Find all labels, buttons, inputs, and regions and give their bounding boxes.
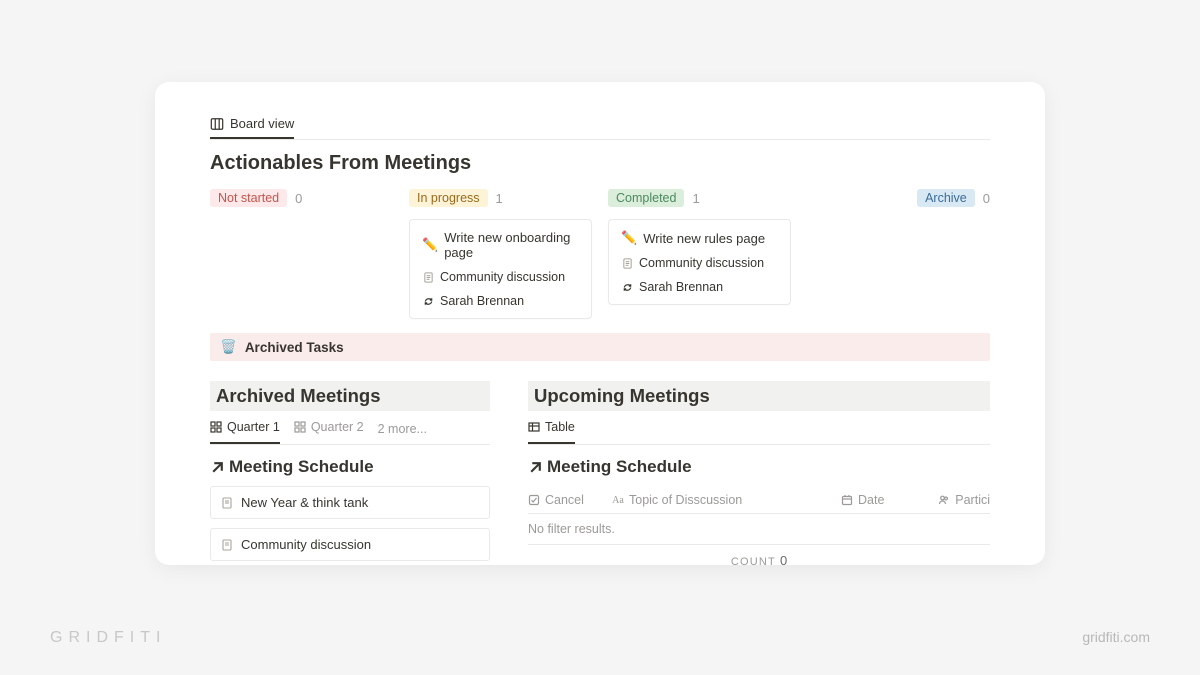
th-label: Cancel (545, 493, 584, 507)
tab-quarter-2[interactable]: Quarter 2 (294, 413, 364, 444)
page-icon (221, 539, 233, 551)
column-completed: Completed 1 ✏️ Write new rules page Comm… (608, 189, 791, 319)
archived-meetings-heading: Archived Meetings (210, 381, 490, 411)
lower-grid: Archived Meetings Quarter 1 Quarter 2 2 … (210, 381, 990, 565)
column-header[interactable]: Completed 1 (608, 189, 791, 207)
more-tabs[interactable]: 2 more... (378, 422, 427, 436)
arrow-up-right-icon (210, 460, 225, 475)
view-tabs: Board view (210, 112, 990, 140)
tab-label: Quarter 2 (311, 420, 364, 434)
column-count: 1 (692, 191, 699, 206)
column-header[interactable]: Not started 0 (210, 189, 393, 207)
card-title: Write new rules page (643, 231, 765, 246)
tab-label: Table (545, 420, 575, 434)
item-label: Community discussion (241, 537, 371, 552)
tab-table[interactable]: Table (528, 413, 575, 444)
no-results-text: No filter results. (528, 514, 990, 545)
sync-icon (422, 295, 434, 307)
page-icon (422, 271, 434, 283)
tab-label: Quarter 1 (227, 420, 280, 434)
board-columns: Not started 0 In progress 1 ✏️ Write new… (210, 189, 990, 319)
archived-tasks-band[interactable]: 🗑️ Archived Tasks (210, 333, 990, 361)
card-tag: Community discussion (639, 256, 764, 270)
th-label: Date (858, 493, 884, 507)
card-assignee: Sarah Brennan (639, 280, 723, 294)
count-row: COUNT 0 (528, 545, 990, 565)
count-label: COUNT (731, 556, 776, 565)
list-item[interactable]: New Year & think tank (210, 486, 490, 519)
column-not-started: Not started 0 (210, 189, 393, 319)
th-label: Partici (955, 493, 990, 507)
tab-label: Board view (230, 116, 294, 131)
right-tabs: Table (528, 413, 990, 445)
status-pill: Archive (917, 189, 975, 207)
column-count: 0 (983, 191, 990, 206)
brand-url: gridfiti.com (1082, 629, 1150, 645)
section-title: Actionables From Meetings (210, 152, 990, 175)
tab-quarter-1[interactable]: Quarter 1 (210, 413, 280, 444)
count-value: 0 (780, 553, 787, 565)
brand-wordmark: GRIDFITI (50, 629, 166, 647)
schedule-title-text: Meeting Schedule (229, 457, 374, 477)
schedule-title-text: Meeting Schedule (547, 457, 692, 477)
column-count: 1 (496, 191, 503, 206)
archived-meetings-section: Archived Meetings Quarter 1 Quarter 2 2 … (210, 381, 490, 565)
th-label: Topic of Disscussion (629, 493, 742, 507)
task-card[interactable]: ✏️ Write new onboarding page Community d… (409, 219, 592, 319)
checkbox-icon (528, 494, 540, 506)
schedule-link[interactable]: Meeting Schedule (528, 457, 990, 477)
item-label: New Year & think tank (241, 495, 368, 510)
th-participants[interactable]: Partici (935, 493, 990, 507)
schedule-link[interactable]: Meeting Schedule (210, 457, 490, 477)
upcoming-meetings-section: Upcoming Meetings Table Meeting Schedule (528, 381, 990, 565)
pencil-icon: ✏️ (621, 230, 637, 246)
gallery-icon (294, 421, 306, 433)
status-pill: Not started (210, 189, 287, 207)
status-pill: Completed (608, 189, 684, 207)
column-count: 0 (295, 191, 302, 206)
page-icon (621, 257, 633, 269)
th-date[interactable]: Date (841, 493, 911, 507)
calendar-icon (841, 494, 853, 506)
app-card: Board view Actionables From Meetings Not… (155, 82, 1045, 565)
card-tag: Community discussion (440, 270, 565, 284)
table-header-row: Cancel Aa Topic of Disscussion Date Part… (528, 485, 990, 514)
gallery-icon (210, 421, 222, 433)
column-archive: Archive 0 (807, 189, 990, 319)
pencil-icon: ✏️ (422, 237, 438, 253)
list-item[interactable]: Community discussion (210, 528, 490, 561)
column-in-progress: In progress 1 ✏️ Write new onboarding pa… (409, 189, 592, 319)
th-topic[interactable]: Aa Topic of Disscussion (612, 493, 817, 507)
status-pill: In progress (409, 189, 488, 207)
table-icon (528, 421, 540, 433)
sync-icon (621, 281, 633, 293)
trash-icon: 🗑️ (220, 339, 237, 355)
column-header[interactable]: In progress 1 (409, 189, 592, 207)
page-icon (221, 497, 233, 509)
column-header[interactable]: Archive 0 (807, 189, 990, 207)
people-icon (938, 494, 950, 506)
th-cancel[interactable]: Cancel (528, 493, 588, 507)
tab-board-view[interactable]: Board view (210, 112, 294, 139)
upcoming-meetings-heading: Upcoming Meetings (528, 381, 990, 411)
archived-tasks-label: Archived Tasks (245, 340, 344, 355)
card-assignee: Sarah Brennan (440, 294, 524, 308)
arrow-up-right-icon (528, 460, 543, 475)
card-title: Write new onboarding page (444, 230, 579, 260)
text-icon: Aa (612, 494, 624, 506)
quarter-tabs: Quarter 1 Quarter 2 2 more... (210, 413, 490, 445)
task-card[interactable]: ✏️ Write new rules page Community discus… (608, 219, 791, 305)
board-icon (210, 117, 224, 131)
